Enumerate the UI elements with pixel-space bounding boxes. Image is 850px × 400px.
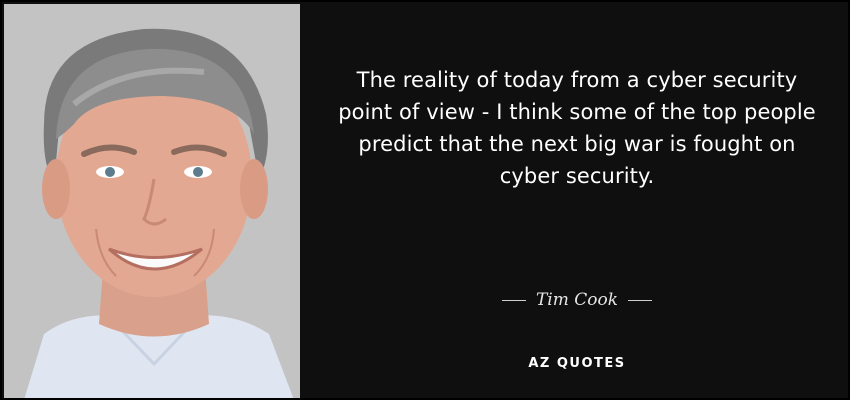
brand-logo: AZ QUOTES xyxy=(528,356,626,371)
author-portrait xyxy=(4,4,300,398)
right-dash-line xyxy=(628,299,653,301)
left-dash-line xyxy=(501,299,526,301)
quote-card: The reality of today from a cyber securi… xyxy=(0,0,850,400)
author-row: Tim Cook xyxy=(302,287,848,313)
quote-panel: The reality of today from a cyber securi… xyxy=(302,2,848,398)
quote-text: The reality of today from a cyber securi… xyxy=(338,68,816,188)
author-name: Tim Cook xyxy=(535,290,619,310)
portrait-photo-icon xyxy=(4,4,300,398)
